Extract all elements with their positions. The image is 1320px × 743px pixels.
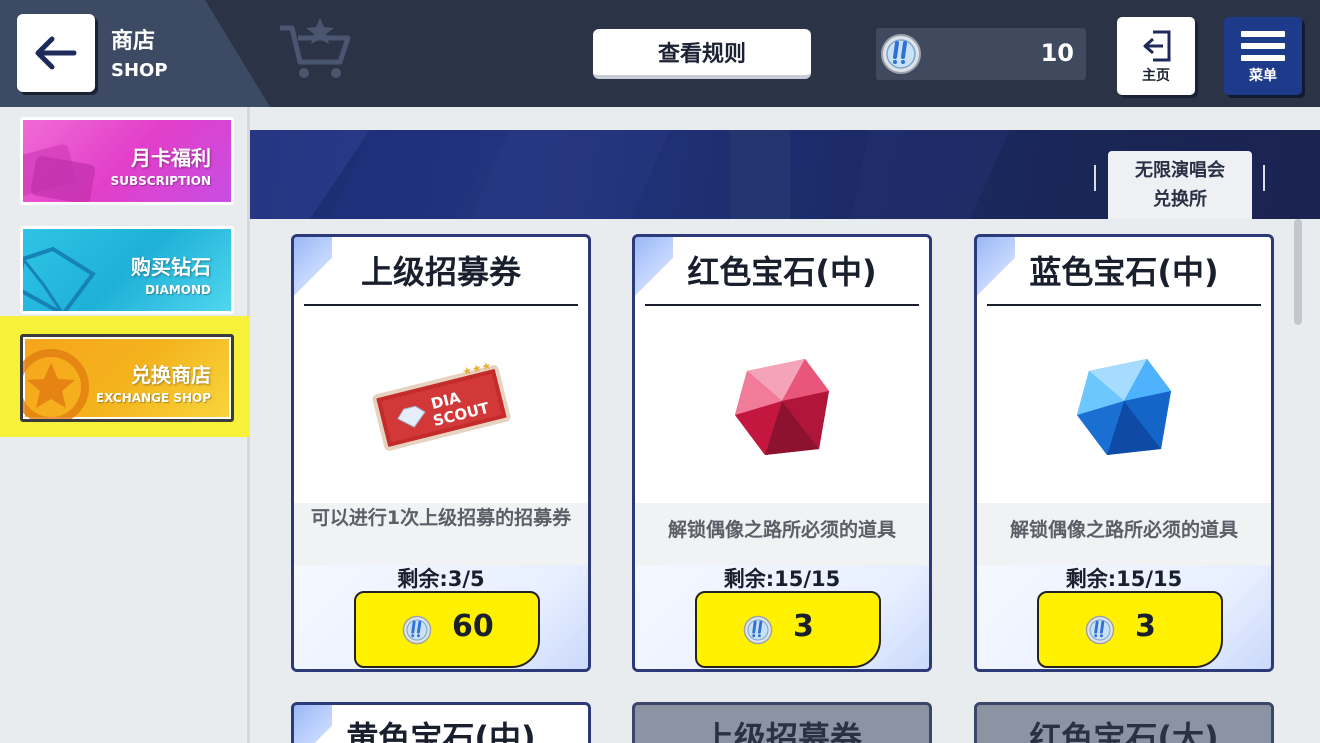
scout-coin-icon: [743, 615, 773, 645]
back-button[interactable]: [17, 14, 95, 92]
divider: [987, 304, 1261, 306]
shop-item-card[interactable]: 黄色宝石(中): [291, 702, 591, 743]
menu-icon: [1241, 31, 1285, 37]
tab-divider: [1263, 165, 1265, 191]
divider: [645, 304, 919, 306]
item-name: 黄色宝石(中): [346, 719, 536, 743]
item-description: 解锁偶像之路所必须的道具: [667, 519, 896, 541]
item-name: 红色宝石(大): [1029, 719, 1219, 743]
shop-item-card[interactable]: 红色宝石(中) 解锁偶像之路所必须的道具 剩余:15/15 3: [632, 234, 932, 672]
shop-item-card-sold-out[interactable]: 红色宝石(大): [974, 702, 1274, 743]
menu-label: 菜单: [1249, 68, 1277, 84]
cards-icon: [23, 144, 96, 202]
exit-home-icon: [1143, 30, 1171, 62]
tab-infinite-concert-exchange[interactable]: 无限演唱会 兑换所: [1108, 151, 1252, 219]
item-price: 60: [452, 609, 494, 644]
blue-gem-icon: [1077, 359, 1171, 455]
shop-item-card-sold-out[interactable]: 上级招募券: [632, 702, 932, 743]
item-name: 上级招募券: [701, 719, 862, 743]
shop-item-card[interactable]: 蓝色宝石(中) 解锁偶像之路所必须的道具 剩余:15/15 3: [974, 234, 1274, 672]
scout-coin-icon: [881, 34, 921, 74]
cart-icon: [280, 18, 351, 78]
scout-coin-icon: [402, 615, 432, 645]
star-medal-icon: [23, 349, 89, 419]
tab-divider: [1094, 165, 1096, 191]
buy-button[interactable]: 3: [1037, 591, 1223, 668]
buy-button[interactable]: 60: [354, 591, 540, 668]
page-subtitle: SHOP: [111, 60, 168, 81]
item-name: 上级招募券: [360, 253, 521, 291]
shop-item-card[interactable]: 上级招募券 DIA SCOUT ★★★ 可以进行1次上级招募的招募券 剩余:3/…: [291, 234, 591, 672]
currency-amount: 10: [1040, 39, 1074, 67]
sidebar-item-subtitle: EXCHANGE SHOP: [95, 391, 211, 405]
item-remaining: 剩余:15/15: [723, 567, 841, 591]
item-image: [977, 309, 1271, 503]
sidebar-item-title: 购买钻石: [131, 255, 211, 279]
scout-coin-icon: [1085, 615, 1115, 645]
sidebar-item-title: 兑换商店: [131, 363, 211, 387]
menu-button[interactable]: 菜单: [1224, 17, 1302, 95]
sidebar-item-subscription[interactable]: 月卡福利 SUBSCRIPTION: [20, 117, 234, 205]
diamond-icon: [23, 246, 96, 311]
sidebar-item-exchange-shop[interactable]: 兑换商店 EXCHANGE SHOP: [20, 334, 234, 422]
item-price: 3: [1135, 609, 1156, 644]
red-gem-icon: [735, 359, 829, 455]
item-remaining: 剩余:15/15: [1065, 567, 1183, 591]
sidebar-item-title: 月卡福利: [131, 146, 211, 170]
view-rules-button[interactable]: 查看规则: [593, 29, 811, 79]
item-name: 蓝色宝石(中): [1029, 253, 1219, 291]
tab-label-line1: 无限演唱会: [1135, 160, 1225, 181]
item-description: 可以进行1次上级招募的招募券: [310, 507, 572, 529]
scrollbar[interactable]: [1294, 219, 1302, 325]
home-label: 主页: [1142, 68, 1170, 84]
home-button[interactable]: 主页: [1117, 17, 1195, 95]
item-name: 红色宝石(中): [687, 253, 877, 291]
arrow-left-icon: [35, 36, 77, 70]
page-title: 商店: [111, 29, 156, 54]
divider: [304, 304, 578, 306]
top-bar: 商店 SHOP 查看规则 10 主页 菜单: [0, 0, 1320, 107]
buy-button[interactable]: 3: [695, 591, 881, 668]
currency-display: 10: [876, 28, 1086, 80]
sidebar-item-subtitle: SUBSCRIPTION: [110, 174, 211, 188]
item-remaining: 剩余:3/5: [397, 567, 485, 591]
item-description: 解锁偶像之路所必须的道具: [1009, 519, 1238, 541]
sidebar-item-diamond[interactable]: 购买钻石 DIAMOND: [20, 226, 234, 314]
sidebar-item-subtitle: DIAMOND: [145, 283, 211, 297]
dia-scout-ticket-icon: DIA SCOUT ★★★: [372, 359, 511, 451]
tab-label-line2: 兑换所: [1153, 189, 1207, 210]
item-image: [635, 309, 929, 503]
item-image: DIA SCOUT ★★★: [294, 309, 588, 503]
item-price: 3: [793, 609, 814, 644]
